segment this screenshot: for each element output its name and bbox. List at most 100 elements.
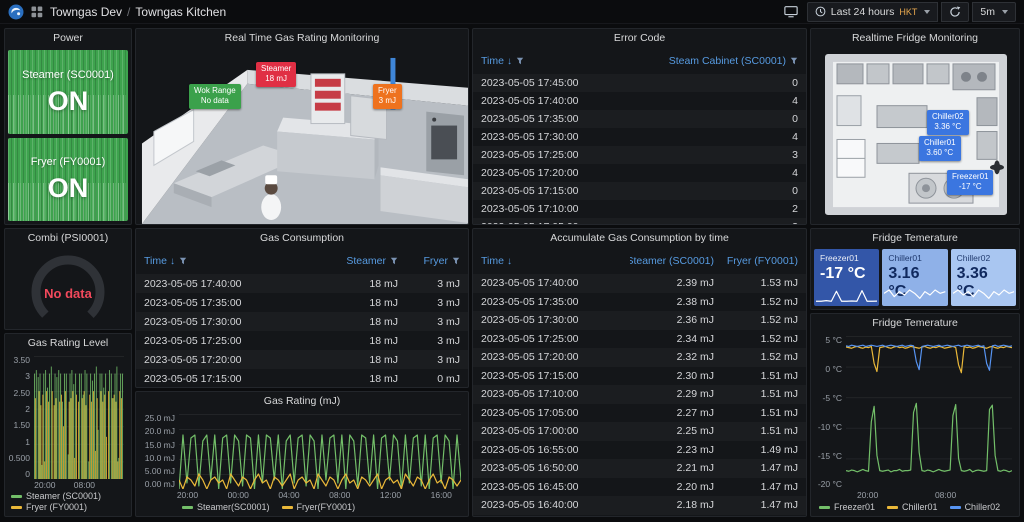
gas-badge-wok-range: Wok Range No data [189, 84, 241, 109]
y-tick-label: 20.0 mJ [145, 427, 175, 436]
filter-icon[interactable] [452, 257, 460, 265]
x-axis: 20:0000:0004:0008:0012:0016:00 [179, 489, 461, 501]
plot-area[interactable] [846, 336, 1012, 489]
panel-title[interactable]: Fridge Temerature [811, 229, 1019, 248]
time-cell: 2023-05-05 17:30:00 [473, 314, 630, 326]
filter-icon[interactable] [516, 57, 524, 65]
kitchen-floorplan-render [811, 48, 1019, 224]
y-tick-label: 15.0 mJ [145, 441, 175, 450]
filter-icon[interactable] [179, 257, 187, 265]
table-row: 2023-05-05 17:10:002 [473, 200, 806, 218]
column-header-fryer[interactable]: Fryer [406, 255, 468, 267]
panel-title[interactable]: Realtime Fridge Monitoring [811, 29, 1019, 48]
panel-title[interactable]: Error Code [473, 29, 806, 48]
legend-item[interactable]: Freezer01 [819, 502, 875, 512]
table-row: 2023-05-05 16:50:002.21 mJ1.47 mJ [473, 459, 806, 478]
column-header-steamer-sc0001-[interactable]: Steamer (SC0001) [630, 255, 722, 267]
dashboard-grid: Power Steamer (SC0001) ON Fryer (FY0001)… [0, 24, 1024, 522]
refresh-icon [949, 6, 961, 18]
x-tick-label: 08:00 [329, 490, 350, 500]
panel-title[interactable]: Gas Rating (mJ) [136, 392, 468, 411]
panel-title[interactable]: Real Time Gas Rating Monitoring [136, 29, 468, 48]
legend-item[interactable]: Chiller02 [950, 502, 1001, 512]
clock-icon [815, 6, 826, 17]
time-cell: 2023-05-05 17:35:00 [473, 296, 630, 308]
column-header-time[interactable]: Time↓ [136, 255, 334, 267]
legend-item[interactable]: Fryer(FY0001) [282, 502, 356, 512]
breadcrumb[interactable]: Towngas Dev / Towngas Kitchen [50, 5, 226, 19]
time-cell: 2023-05-05 16:55:00 [473, 444, 630, 456]
panel-gas-rating-level: Gas Rating Level 3.5032.5021.5010.5000 2… [4, 333, 132, 517]
value-cell: 2.29 mJ [630, 388, 722, 400]
legend-item[interactable]: Chiller01 [887, 502, 938, 512]
value-cell: 2.21 mJ [630, 462, 722, 474]
panel-title[interactable]: Accumulate Gas Consumption by time [473, 229, 806, 248]
y-axis: 25.0 mJ20.0 mJ15.0 mJ10.0 mJ5.00 mJ0.00 … [138, 414, 179, 501]
dashboards-icon[interactable] [31, 6, 43, 18]
column-header-fryer-fy0001-[interactable]: Fryer (FY0001) [722, 255, 806, 267]
time-cell: 2023-05-05 17:20:00 [136, 354, 334, 366]
y-tick-label: 0.500 [9, 454, 30, 463]
legend-series-marker [11, 495, 22, 498]
time-cell: 2023-05-05 17:30:00 [473, 131, 656, 143]
app-logo[interactable] [8, 4, 24, 20]
table-row: 2023-05-05 17:00:002.25 mJ1.51 mJ [473, 422, 806, 441]
value-cell: 18 mJ [334, 278, 406, 290]
value-cell: 0 [656, 77, 806, 89]
legend-item[interactable]: Steamer(SC0001) [182, 502, 270, 512]
value-cell: 18 mJ [334, 297, 406, 309]
filter-icon[interactable] [390, 257, 398, 265]
column-header-time[interactable]: Time↓ [473, 55, 656, 67]
time-cell: 2023-05-05 16:40:00 [473, 499, 630, 511]
table-row: 2023-05-05 17:35:0018 mJ3 mJ [136, 293, 468, 312]
time-cell: 2023-05-05 17:20:00 [473, 351, 630, 363]
column-header-time[interactable]: Time↓ [473, 255, 630, 267]
value-cell: 1.49 mJ [722, 444, 806, 456]
refresh-interval-picker[interactable]: 5m [972, 2, 1016, 22]
legend-series-label: Freezer01 [834, 502, 875, 512]
y-tick-label: -10 °C [818, 423, 842, 432]
value-cell: 1.52 mJ [722, 351, 806, 363]
panel-title[interactable]: Combi (PSI0001) [5, 229, 131, 248]
sort-descending-icon: ↓ [507, 56, 512, 67]
refresh-button[interactable] [941, 2, 969, 22]
legend-item[interactable]: Steamer (SC0001) [11, 491, 101, 501]
table-row: 2023-05-05 17:30:002.36 mJ1.52 mJ [473, 311, 806, 330]
plot-area[interactable] [179, 414, 461, 489]
table-row: 2023-05-05 17:05:003 [473, 218, 806, 224]
y-tick-label: 1 [25, 438, 30, 447]
table-row: 2023-05-05 17:20:004 [473, 164, 806, 182]
plot-area[interactable] [34, 356, 124, 479]
tv-mode-button[interactable] [779, 3, 803, 20]
sparkline [884, 285, 945, 305]
panel-title[interactable]: Power [5, 29, 131, 48]
y-tick-label: 10.0 mJ [145, 454, 175, 463]
table-row: 2023-05-05 17:10:002.29 mJ1.51 mJ [473, 385, 806, 404]
table-row: 2023-05-05 16:45:002.20 mJ1.47 mJ [473, 478, 806, 497]
no-data-label: No data [5, 286, 131, 301]
fridge-badge-chiller01: Chiller01 3.60 °C [919, 136, 961, 161]
column-header-steam-cabinet-sc0001-[interactable]: Steam Cabinet (SC0001) [656, 55, 806, 67]
time-cell: 2023-05-05 17:25:00 [473, 333, 630, 345]
breadcrumb-folder[interactable]: Towngas Dev [50, 5, 122, 19]
x-axis: 20:0008:00 [846, 489, 1012, 501]
value-cell: 1.51 mJ [722, 425, 806, 437]
line-chart[interactable]: 5 °C0 °C-5 °C-10 °C-15 °C-20 °C 20:0008:… [811, 333, 1019, 501]
breadcrumb-dashboard[interactable]: Towngas Kitchen [135, 5, 226, 19]
panel-title[interactable]: Gas Consumption [136, 229, 468, 248]
y-tick-label: 25.0 mJ [145, 414, 175, 423]
stat-value: -17 °C [820, 265, 873, 283]
filter-icon[interactable] [790, 57, 798, 65]
bar-chart[interactable]: 3.5032.5021.5010.5000 20:0008:00 [5, 353, 131, 491]
time-cell: 2023-05-05 17:10:00 [473, 203, 656, 215]
legend-item[interactable]: Fryer (FY0001) [11, 502, 87, 512]
line-chart[interactable]: 25.0 mJ20.0 mJ15.0 mJ10.0 mJ5.00 mJ0.00 … [136, 411, 468, 501]
y-tick-label: 5 °C [825, 336, 842, 345]
panel-title[interactable]: Fridge Temerature [811, 314, 1019, 333]
panel-title[interactable]: Gas Rating Level [5, 334, 131, 353]
x-axis: 20:0008:00 [34, 479, 124, 491]
timezone-label: HKT [899, 7, 917, 17]
time-range-picker[interactable]: Last 24 hours HKT [807, 2, 939, 22]
column-header-steamer[interactable]: Steamer [334, 255, 406, 267]
value-cell: 2.36 mJ [630, 314, 722, 326]
